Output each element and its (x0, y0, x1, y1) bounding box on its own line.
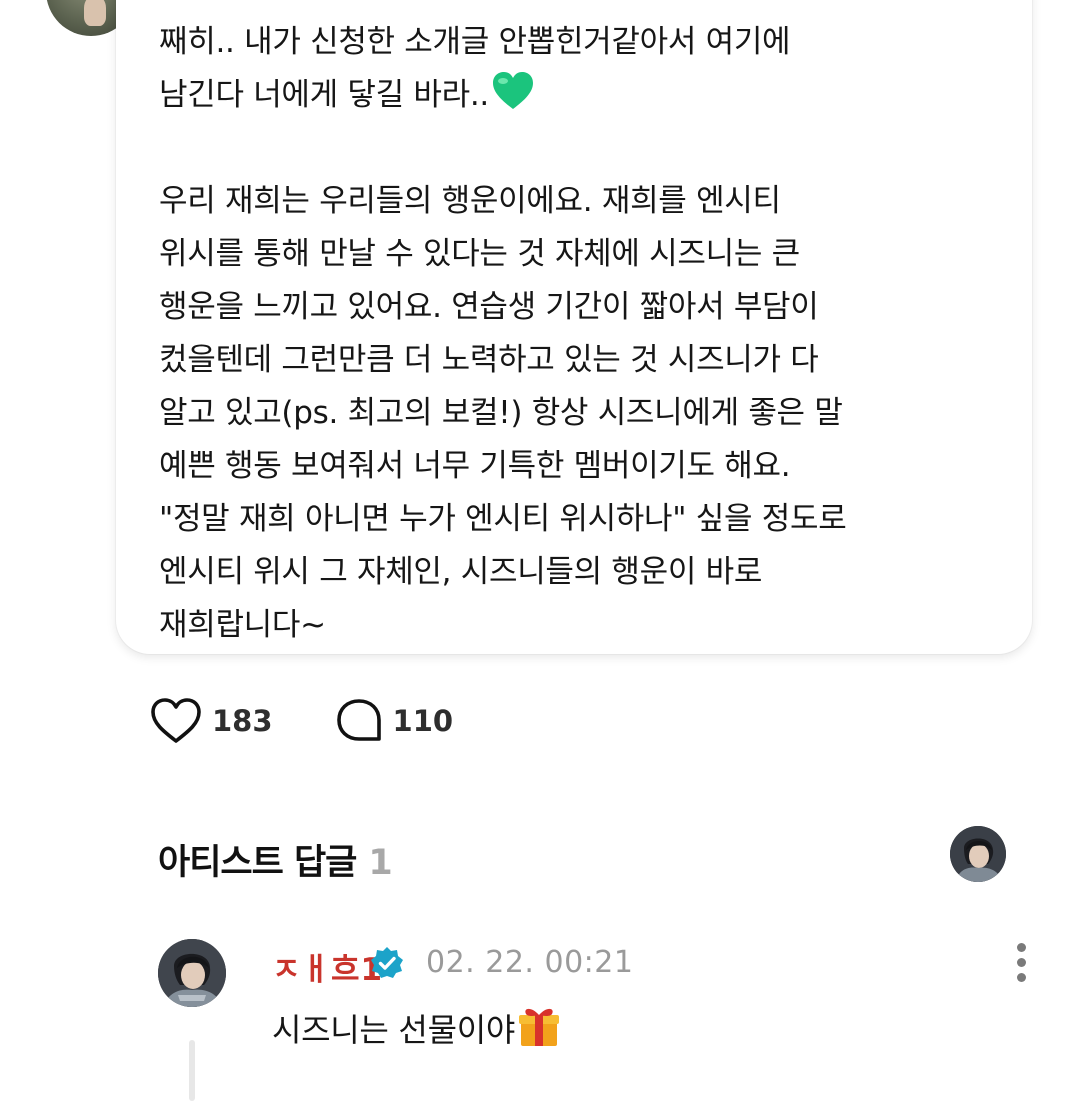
comment-icon (336, 699, 381, 741)
artist-avatar-photo (950, 826, 1006, 882)
reply-text-content: 시즈니는 선물이야 (272, 1011, 515, 1049)
comment-count: 110 (392, 704, 454, 738)
post-card: 째히.. 내가 신청한 소개글 안뽑힌거같아서 여기에 남긴다 너에게 닿길 바… (116, 0, 1032, 654)
post-text: 째히.. 내가 신청한 소개글 안뽑힌거같아서 여기에 남긴다 너에게 닿길 바… (159, 16, 1019, 652)
reply-timestamp: 02. 22. 00:21 (426, 945, 634, 980)
post-text-line2: 남긴다 너에게 닿길 바라.. (159, 77, 489, 113)
kebab-dot (1017, 973, 1026, 982)
verified-badge-icon (371, 947, 403, 978)
post-actions: 183 110 (150, 696, 453, 746)
post-text-line1: 째히.. 내가 신청한 소개글 안뽑힌거같아서 여기에 (159, 24, 791, 60)
avatar-photo-detail (84, 0, 106, 26)
artist-replies-count: 1 (368, 843, 392, 883)
like-count: 183 (212, 704, 273, 738)
thread-line (189, 1040, 195, 1101)
heart-icon (151, 698, 201, 743)
artist-avatar-thumb[interactable] (950, 826, 1006, 882)
kebab-dot (1017, 958, 1026, 967)
reply-text: 시즈니는 선물이야 (272, 1004, 561, 1051)
comment-button[interactable]: 110 (335, 697, 454, 745)
more-options-icon[interactable] (1008, 941, 1036, 985)
artist-replies-label: 아티스트 답글 (158, 843, 357, 883)
post-text-body: 우리 재희는 우리들의 행운이에요. 재희를 엔시티 위시를 통해 만날 수 있… (159, 183, 847, 643)
green-heart-emoji (492, 72, 533, 109)
artist-replies-title: 아티스트 답글 1 (158, 834, 393, 885)
like-button[interactable]: 183 (150, 697, 273, 745)
reply-author-name[interactable]: ㅈㅐ흐1 (272, 944, 383, 989)
kebab-dot (1017, 943, 1026, 952)
reply-author-avatar[interactable] (158, 939, 226, 1007)
gift-emoji (519, 1008, 559, 1046)
reply-avatar-photo (158, 939, 226, 1007)
